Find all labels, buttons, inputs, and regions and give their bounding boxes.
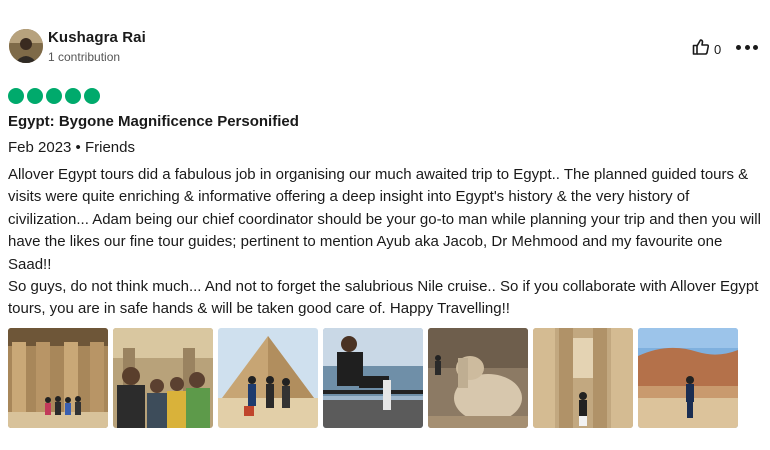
- rating-bubble-icon: [46, 88, 62, 104]
- photo-nile-cruise-deck[interactable]: [323, 328, 423, 428]
- rating-bubble-icon: [65, 88, 81, 104]
- more-options-icon[interactable]: [736, 38, 758, 56]
- helpful-vote-button[interactable]: 0: [692, 38, 721, 61]
- photo-colossus-statue[interactable]: [428, 328, 528, 428]
- photo-temple-columns-group[interactable]: [8, 328, 108, 428]
- photo-strip: [8, 328, 738, 428]
- photo-temple-pillars[interactable]: [533, 328, 633, 428]
- author-name[interactable]: Kushagra Rai: [48, 29, 146, 46]
- contribution-count: 1 contribution: [48, 50, 121, 64]
- review-paragraph: So guys, do not think much... And not to…: [8, 278, 759, 318]
- avatar[interactable]: [9, 29, 43, 63]
- rating-bubble-icon: [8, 88, 24, 104]
- photo-temple-selfie[interactable]: [113, 328, 213, 428]
- rating-bubble-icon: [27, 88, 43, 104]
- helpful-count: 0: [714, 42, 722, 57]
- review-body: Allover Egypt tours did a fabulous job i…: [8, 164, 768, 321]
- review-card: Kushagra Rai 1 contribution 0 Egypt: Byg…: [0, 0, 770, 450]
- review-paragraph: Allover Egypt tours did a fabulous job i…: [8, 166, 761, 273]
- photo-hatshepsut-temple[interactable]: [638, 328, 738, 428]
- rating-bubble-icon: [84, 88, 100, 104]
- rating-bubbles: [8, 88, 100, 104]
- review-title[interactable]: Egypt: Bygone Magnificence Personified: [8, 113, 299, 130]
- trip-meta: Feb 2023 • Friends: [8, 139, 135, 156]
- photo-pyramid-group[interactable]: [218, 328, 318, 428]
- thumbs-up-icon: [692, 38, 710, 61]
